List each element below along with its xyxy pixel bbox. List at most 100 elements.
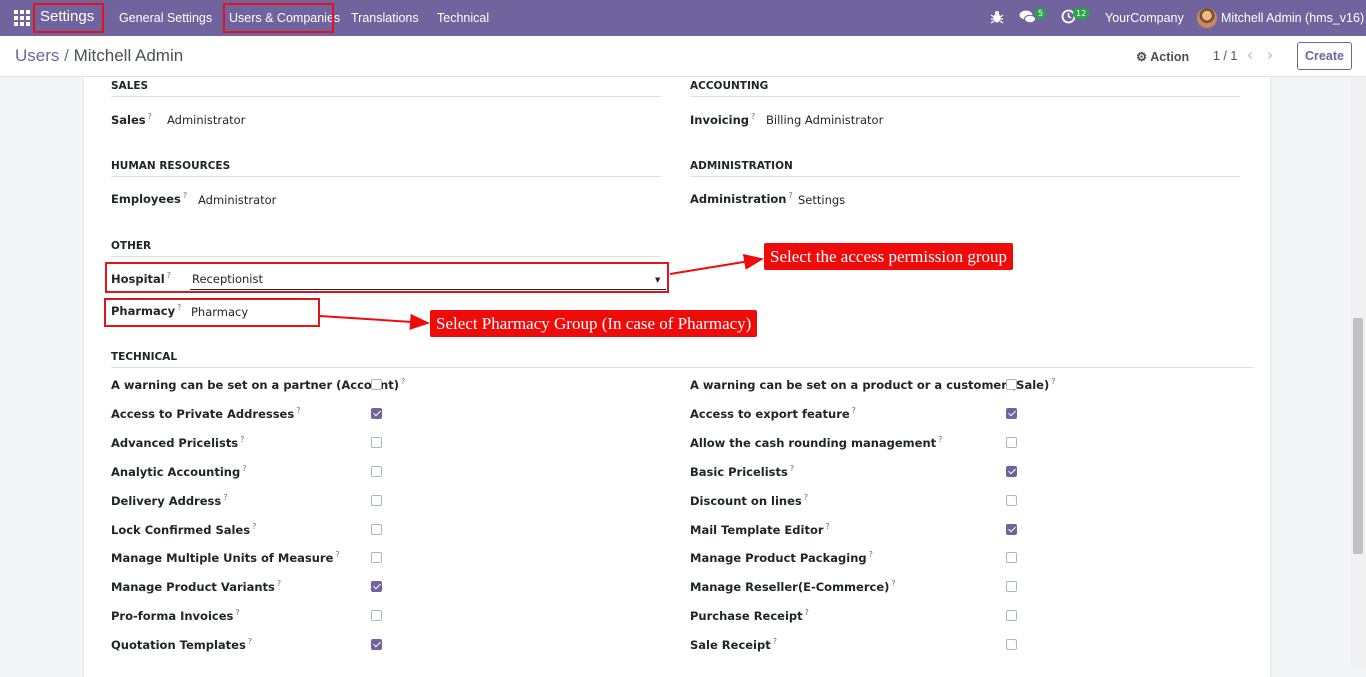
help-icon[interactable]: ? xyxy=(252,522,256,531)
company-switcher[interactable]: YourCompany xyxy=(1105,11,1184,25)
field-value-employees[interactable]: Administrator xyxy=(198,193,276,207)
breadcrumb-users-link[interactable]: Users xyxy=(15,46,59,65)
technical-option-checkbox[interactable] xyxy=(1006,408,1017,419)
section-title-administration: ADMINISTRATION xyxy=(690,160,1240,177)
help-icon[interactable]: ? xyxy=(240,435,244,444)
callout-pharmacy-group: Select Pharmacy Group (In case of Pharma… xyxy=(430,310,758,337)
breadcrumb-separator: / xyxy=(64,46,69,65)
technical-option-checkbox[interactable] xyxy=(1006,639,1017,650)
callout-access-permission: Select the access permission group xyxy=(764,243,1013,270)
help-icon[interactable]: ? xyxy=(805,608,809,617)
technical-option-checkbox[interactable] xyxy=(1006,552,1017,563)
technical-option-label: Quotation Templates? xyxy=(111,637,253,652)
user-menu[interactable]: Mitchell Admin (hms_v16) xyxy=(1221,11,1364,25)
help-icon[interactable]: ? xyxy=(296,406,300,415)
technical-option-label: Advanced Pricelists? xyxy=(111,435,245,450)
help-icon[interactable]: ? xyxy=(773,637,777,646)
technical-option-checkbox[interactable] xyxy=(371,581,382,592)
pharmacy-highlight-box xyxy=(104,298,320,327)
field-value-invoicing[interactable]: Billing Administrator xyxy=(766,113,883,127)
field-value-administration[interactable]: Settings xyxy=(798,193,845,207)
brand-highlight-box xyxy=(33,3,104,33)
activity-badge: 12 xyxy=(1073,8,1090,19)
technical-option-checkbox[interactable] xyxy=(1006,466,1017,477)
help-icon[interactable]: ? xyxy=(148,112,152,121)
technical-option-checkbox[interactable] xyxy=(371,610,382,621)
create-button[interactable]: Create xyxy=(1297,42,1352,70)
help-icon[interactable]: ? xyxy=(891,579,895,588)
gear-icon: ⚙ xyxy=(1136,50,1148,64)
control-panel: Users / Mitchell Admin ⚙ Action 1 / 1 ‹ … xyxy=(0,36,1366,77)
technical-option-label: Basic Pricelists? xyxy=(690,464,795,479)
section-title-other: OTHER xyxy=(111,240,661,257)
help-icon[interactable]: ? xyxy=(804,493,808,502)
technical-option-checkbox[interactable] xyxy=(371,495,382,506)
technical-option-checkbox[interactable] xyxy=(1006,524,1017,535)
technical-option-checkbox[interactable] xyxy=(371,379,382,390)
help-icon[interactable]: ? xyxy=(401,377,405,386)
technical-option-checkbox[interactable] xyxy=(1006,437,1017,448)
help-icon[interactable]: ? xyxy=(790,464,794,473)
technical-option-label: Sale Receipt? xyxy=(690,637,777,652)
hospital-highlight-box xyxy=(105,262,669,293)
section-title-sales: SALES xyxy=(111,80,661,97)
help-icon[interactable]: ? xyxy=(242,464,246,473)
bug-icon[interactable] xyxy=(990,9,1004,30)
menu-technical[interactable]: Technical xyxy=(437,11,489,25)
technical-option-label: Manage Product Packaging? xyxy=(690,550,873,565)
pager-previous-icon[interactable]: ‹ xyxy=(1247,46,1253,64)
help-icon[interactable]: ? xyxy=(248,637,252,646)
pager-value[interactable]: 1 / 1 xyxy=(1213,49,1237,63)
technical-option-checkbox[interactable] xyxy=(1006,379,1017,390)
help-icon[interactable]: ? xyxy=(789,191,793,200)
help-icon[interactable]: ? xyxy=(1051,377,1055,386)
action-label: Action xyxy=(1150,50,1190,64)
field-label-sales: Sales? xyxy=(111,112,152,127)
action-button[interactable]: ⚙ Action xyxy=(1136,49,1189,64)
technical-option-checkbox[interactable] xyxy=(1006,495,1017,506)
field-label-invoicing: Invoicing? xyxy=(690,112,756,127)
help-icon[interactable]: ? xyxy=(277,579,281,588)
help-icon[interactable]: ? xyxy=(938,435,942,444)
technical-option-label: Analytic Accounting? xyxy=(111,464,247,479)
technical-option-label: Manage Multiple Units of Measure? xyxy=(111,550,340,565)
pager-next-icon[interactable]: › xyxy=(1267,46,1273,64)
help-icon[interactable]: ? xyxy=(223,493,227,502)
technical-option-label: Allow the cash rounding management? xyxy=(690,435,943,450)
help-icon[interactable]: ? xyxy=(826,522,830,531)
apps-grid-icon[interactable] xyxy=(14,10,30,26)
scrollbar-thumb[interactable] xyxy=(1353,318,1363,554)
technical-option-label: A warning can be set on a partner (Accou… xyxy=(111,377,406,392)
user-avatar[interactable] xyxy=(1197,8,1217,28)
technical-option-label: Lock Confirmed Sales? xyxy=(111,522,257,537)
menu-translations[interactable]: Translations xyxy=(351,11,419,25)
technical-option-checkbox[interactable] xyxy=(371,524,382,535)
technical-option-checkbox[interactable] xyxy=(371,408,382,419)
menu-general-settings[interactable]: General Settings xyxy=(119,11,212,25)
help-icon[interactable]: ? xyxy=(751,112,755,121)
help-icon[interactable]: ? xyxy=(183,191,187,200)
technical-option-label: Access to export feature? xyxy=(690,406,856,421)
technical-option-label: Discount on lines? xyxy=(690,493,808,508)
help-icon[interactable]: ? xyxy=(235,608,239,617)
technical-option-label: Pro-forma Invoices? xyxy=(111,608,240,623)
technical-option-label: Mail Template Editor? xyxy=(690,522,830,537)
help-icon[interactable]: ? xyxy=(869,550,873,559)
users-companies-highlight-box xyxy=(223,3,334,33)
help-icon[interactable]: ? xyxy=(335,550,339,559)
technical-option-checkbox[interactable] xyxy=(371,552,382,563)
technical-option-label: Manage Reseller(E-Commerce)? xyxy=(690,579,896,594)
field-label-administration: Administration? xyxy=(690,191,793,206)
technical-option-label: A warning can be set on a product or a c… xyxy=(690,377,1056,392)
help-icon[interactable]: ? xyxy=(852,406,856,415)
technical-option-label: Access to Private Addresses? xyxy=(111,406,301,421)
technical-option-checkbox[interactable] xyxy=(371,639,382,650)
technical-option-checkbox[interactable] xyxy=(371,437,382,448)
technical-option-label: Purchase Receipt? xyxy=(690,608,809,623)
technical-option-checkbox[interactable] xyxy=(1006,581,1017,592)
breadcrumb-current: Mitchell Admin xyxy=(73,46,184,65)
top-navbar: Settings General Settings Users & Compan… xyxy=(0,0,1366,36)
technical-option-checkbox[interactable] xyxy=(371,466,382,477)
field-value-sales[interactable]: Administrator xyxy=(167,113,245,127)
technical-option-checkbox[interactable] xyxy=(1006,610,1017,621)
